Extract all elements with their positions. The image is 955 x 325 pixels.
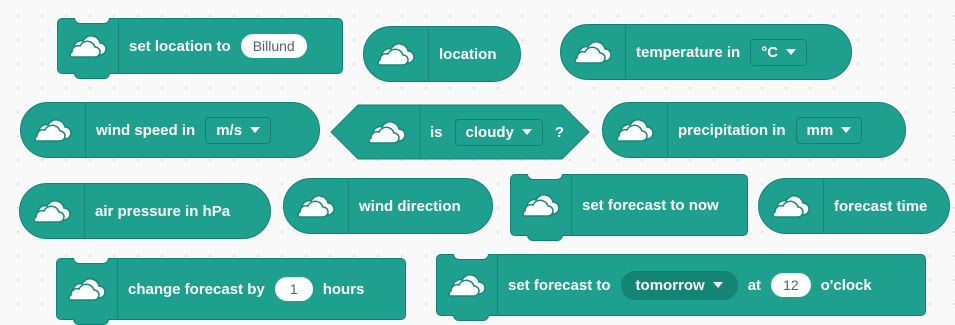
block-label: change forecast by: [128, 280, 265, 298]
block-label: wind speed in: [96, 121, 196, 139]
hour-input[interactable]: 12: [771, 273, 811, 297]
dropdown-value: m/s: [216, 121, 243, 139]
cloud-icon: [511, 175, 572, 235]
caret-down-icon: [712, 282, 723, 288]
cloud-icon: [20, 184, 85, 238]
caret-down-icon: [250, 127, 261, 133]
unit-dropdown[interactable]: m/s: [205, 116, 272, 144]
block-label: set location to: [129, 37, 231, 55]
caret-down-icon: [841, 127, 852, 133]
set-forecast-now-block[interactable]: set forecast to now: [510, 174, 748, 241]
cloud-icon: [603, 103, 668, 157]
cloud-icon: [57, 259, 118, 319]
block-label: forecast time: [834, 197, 928, 215]
block-label: air pressure in hPa: [95, 202, 231, 220]
change-forecast-block[interactable]: change forecast by 1 hours: [56, 258, 406, 325]
location-reporter[interactable]: location: [363, 26, 521, 82]
cloud-icon: [437, 255, 498, 315]
caret-down-icon: [521, 129, 532, 135]
at-label: at: [747, 276, 762, 294]
oclock-label: o'clock: [820, 276, 872, 294]
dropdown-value: °C: [761, 43, 779, 61]
hours-input[interactable]: 1: [274, 277, 313, 301]
condition-dropdown[interactable]: cloudy: [454, 118, 543, 146]
cloud-icon: [354, 104, 420, 160]
block-label: temperature in: [636, 43, 741, 61]
precipitation-reporter[interactable]: precipitation in mm: [602, 102, 906, 158]
cloud-icon: [21, 103, 86, 157]
dropdown-value: mm: [806, 121, 834, 139]
unit-dropdown[interactable]: mm: [795, 116, 863, 144]
cloud-icon: [58, 19, 119, 73]
cloud-icon: [284, 179, 349, 233]
day-dropdown[interactable]: tomorrow: [620, 270, 738, 300]
hours-label: hours: [322, 280, 365, 298]
caret-down-icon: [786, 49, 797, 55]
forecast-time-reporter[interactable]: forecast time: [758, 178, 950, 234]
boolean-content: is cloudy ?: [430, 104, 564, 160]
block-label: is: [430, 123, 443, 141]
block-label: set forecast to: [508, 276, 611, 294]
temperature-reporter[interactable]: temperature in °C: [560, 24, 852, 80]
cloud-icon: [561, 25, 626, 79]
unit-dropdown[interactable]: °C: [750, 38, 808, 66]
wind-direction-reporter[interactable]: wind direction: [283, 178, 493, 234]
air-pressure-reporter[interactable]: air pressure in hPa: [19, 183, 271, 239]
cloud-icon: [364, 27, 429, 81]
dropdown-value: tomorrow: [635, 276, 705, 294]
cloud-icon: [759, 179, 824, 233]
question-mark: ?: [554, 123, 565, 141]
block-label: set forecast to now: [582, 196, 719, 214]
location-input[interactable]: Billund: [240, 34, 307, 58]
block-label: wind direction: [359, 197, 461, 215]
dropdown-value: cloudy: [465, 123, 514, 141]
block-label: precipitation in: [678, 121, 786, 139]
wind-speed-reporter[interactable]: wind speed in m/s: [20, 102, 320, 158]
is-cloudy-boolean[interactable]: is cloudy ?: [330, 104, 590, 160]
block-label: location: [439, 45, 497, 63]
set-forecast-to-block[interactable]: set forecast to tomorrow at 12 o'clock: [436, 254, 926, 321]
set-location-block[interactable]: set location to Billund: [57, 18, 343, 79]
